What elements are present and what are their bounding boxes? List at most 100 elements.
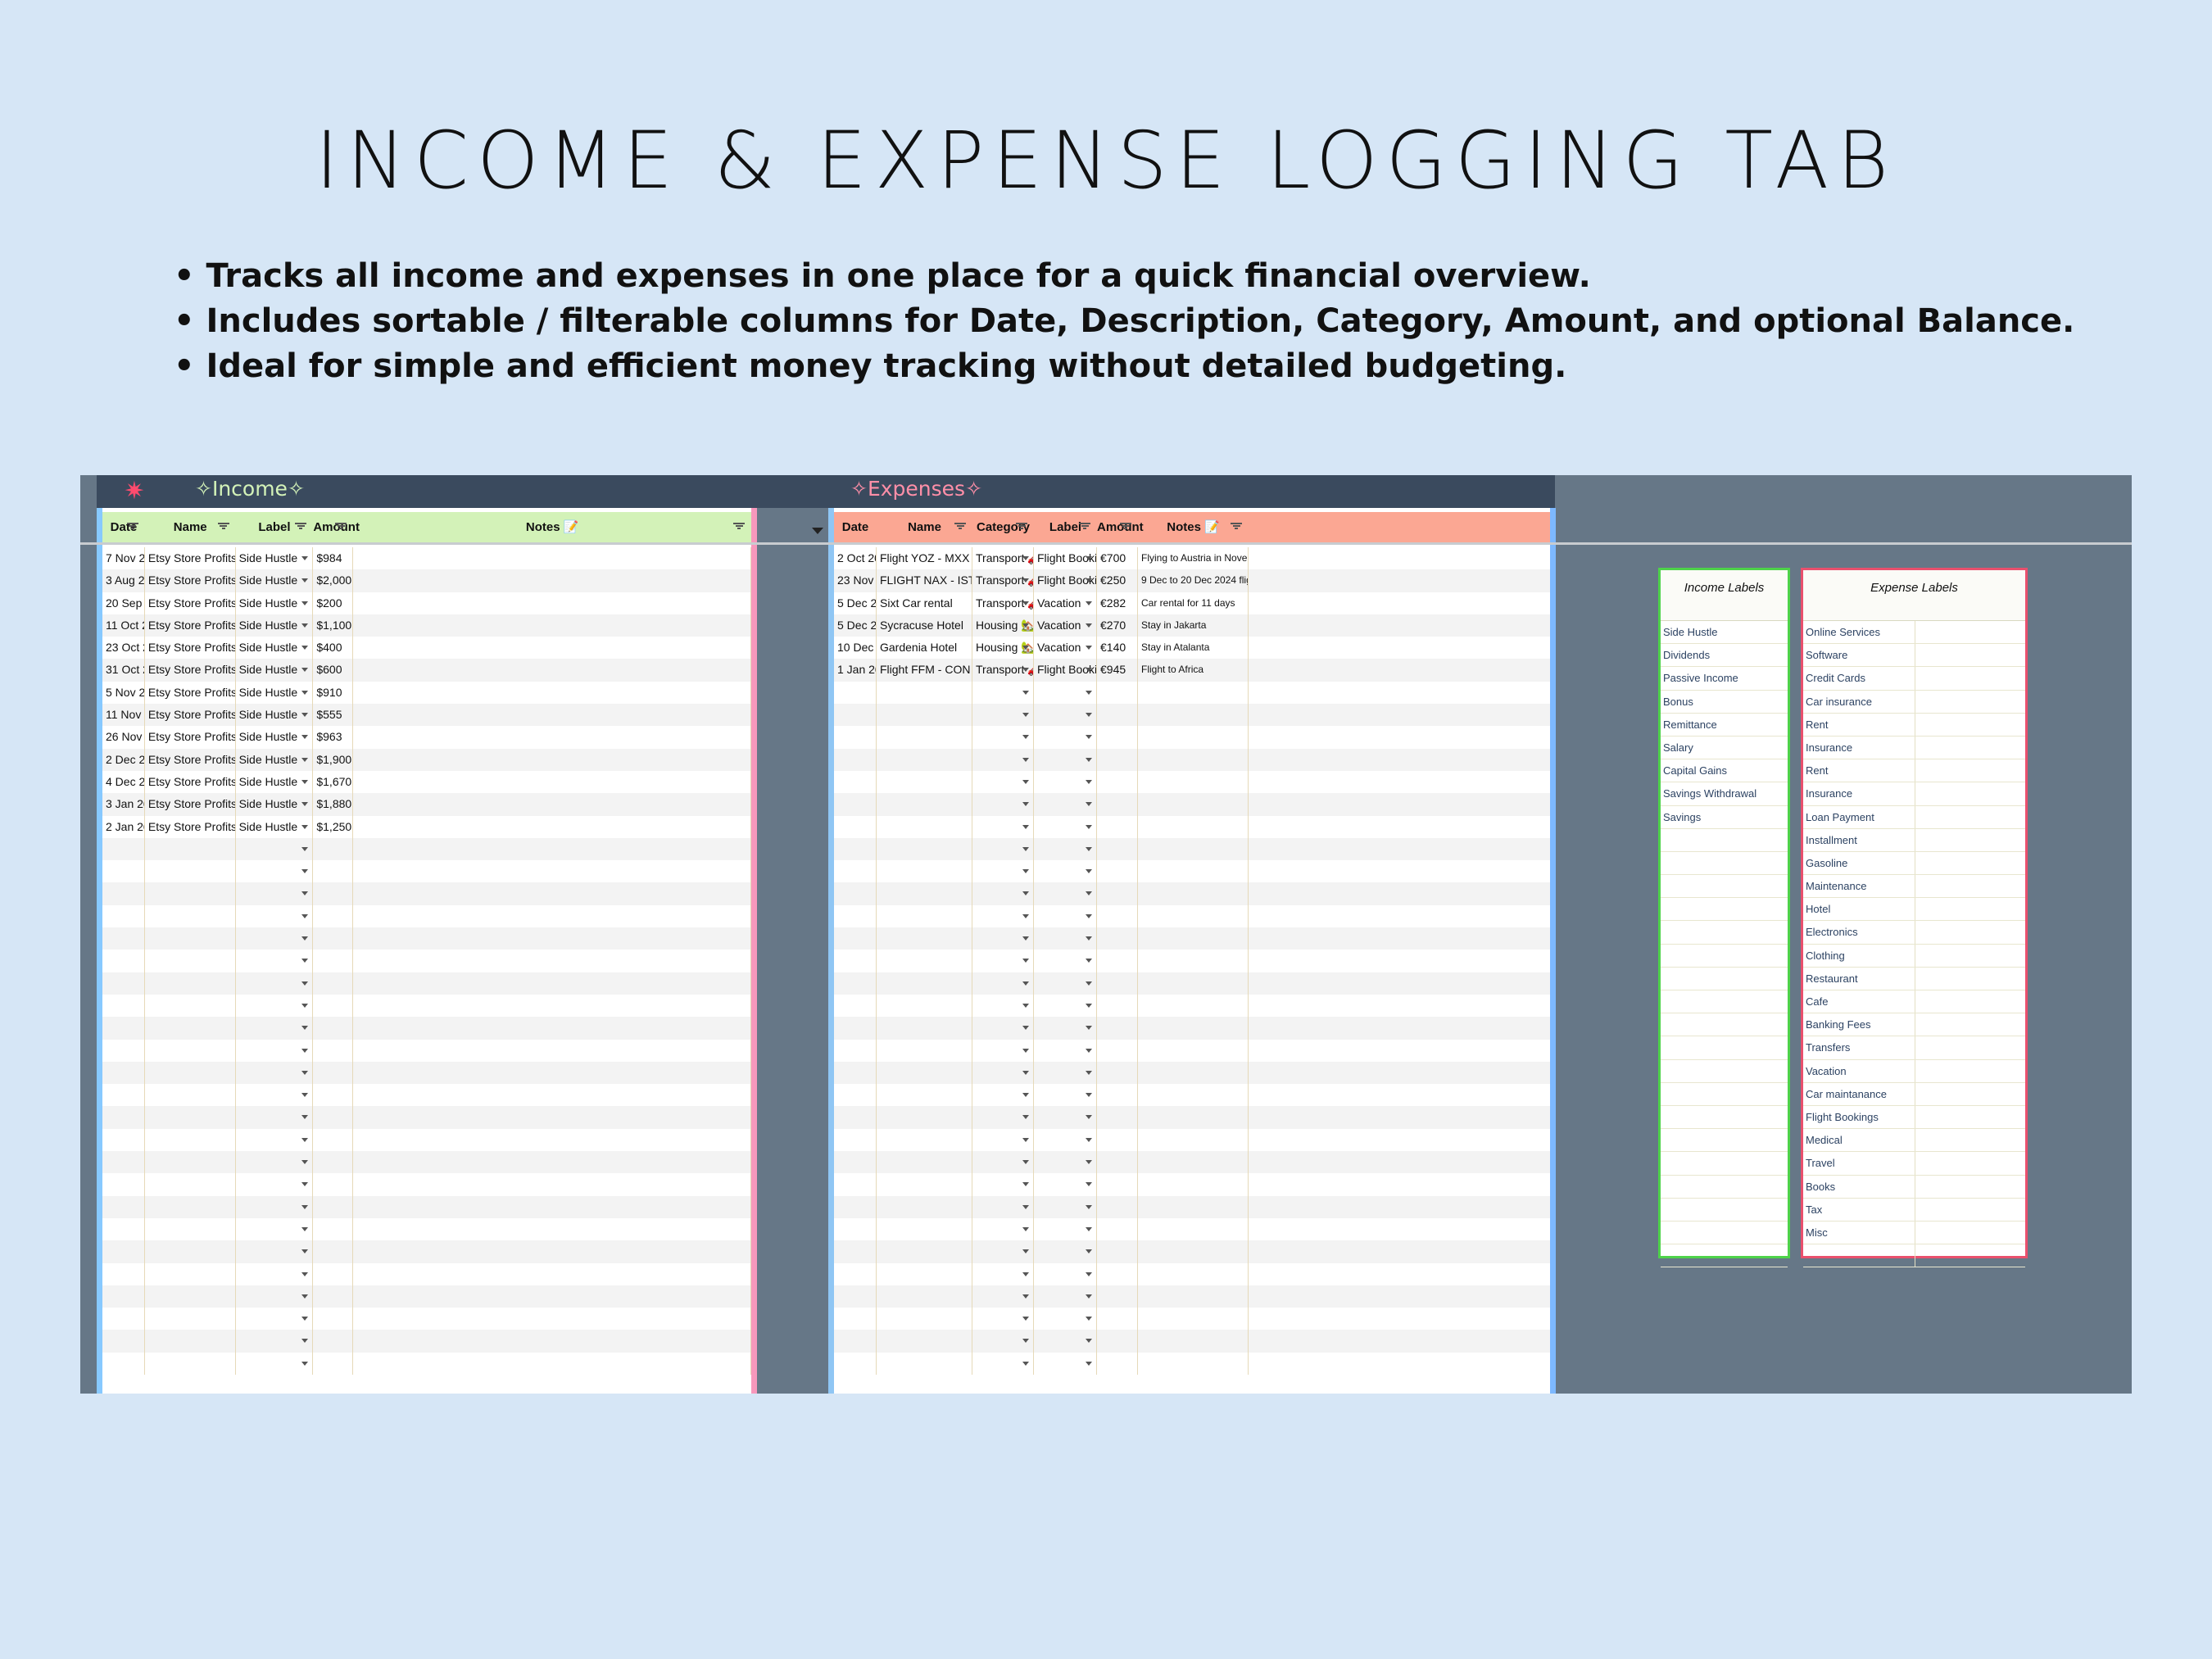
table-cell[interactable] <box>1138 1330 1249 1353</box>
table-cell[interactable]: Side Hustle <box>236 659 314 682</box>
table-cell[interactable] <box>313 1151 354 1174</box>
dropdown-arrow-icon[interactable] <box>1086 1026 1092 1031</box>
column-header-name[interactable]: Name <box>145 512 236 543</box>
table-cell[interactable] <box>353 815 751 838</box>
table-cell[interactable] <box>1034 1240 1097 1263</box>
dropdown-arrow-icon[interactable] <box>1086 1204 1092 1209</box>
table-cell[interactable] <box>145 1039 236 1062</box>
filter-icon[interactable] <box>812 528 823 534</box>
label-item[interactable]: Insurance <box>1803 736 1915 759</box>
table-cell[interactable] <box>972 837 1034 861</box>
table-cell[interactable] <box>834 882 877 905</box>
dropdown-arrow-icon[interactable] <box>301 1070 309 1075</box>
dropdown-arrow-icon[interactable] <box>1086 623 1092 628</box>
table-cell[interactable]: Etsy Store Profits <box>145 748 236 771</box>
label-item[interactable]: Banking Fees <box>1803 1013 1915 1036</box>
table-cell[interactable] <box>313 1061 354 1085</box>
label-item[interactable]: Transfers <box>1803 1036 1915 1059</box>
label-item[interactable] <box>1803 1244 1915 1267</box>
table-cell[interactable] <box>1138 1262 1249 1285</box>
table-cell[interactable] <box>972 793 1034 816</box>
label-item[interactable] <box>1661 1199 1788 1221</box>
label-item[interactable]: Books <box>1803 1175 1915 1198</box>
dropdown-arrow-icon[interactable] <box>1086 869 1092 874</box>
dropdown-arrow-icon[interactable] <box>301 1317 309 1321</box>
table-cell[interactable] <box>353 793 751 816</box>
table-cell[interactable] <box>877 1308 972 1330</box>
dropdown-arrow-icon[interactable] <box>1022 1070 1029 1075</box>
table-cell[interactable] <box>877 950 972 972</box>
dropdown-arrow-icon[interactable] <box>1022 690 1029 695</box>
table-cell[interactable]: 3 Jan 2025 <box>102 793 145 816</box>
table-cell[interactable] <box>877 1017 972 1040</box>
table-cell[interactable]: Etsy Store Profits <box>145 704 236 727</box>
table-cell[interactable] <box>834 950 877 972</box>
table-cell[interactable]: Flight Bookings <box>1034 547 1097 570</box>
dropdown-arrow-icon[interactable] <box>1086 578 1092 583</box>
table-cell[interactable] <box>102 1151 145 1174</box>
table-cell[interactable] <box>102 927 145 950</box>
table-cell[interactable] <box>102 1128 145 1152</box>
dropdown-arrow-icon[interactable] <box>1022 623 1029 628</box>
table-cell[interactable]: 4 Dec 2024 <box>102 770 145 794</box>
table-cell[interactable]: Housing 🏡 <box>972 637 1034 660</box>
table-cell[interactable]: Car rental for 11 days <box>1138 592 1249 614</box>
dropdown-arrow-icon[interactable] <box>1022 981 1029 986</box>
table-cell[interactable] <box>1138 1173 1249 1196</box>
table-cell[interactable] <box>834 1128 877 1152</box>
table-cell[interactable] <box>972 1330 1034 1353</box>
table-cell[interactable] <box>834 1262 877 1285</box>
table-cell[interactable]: Flight FFM - CON <box>877 659 972 682</box>
filter-icon[interactable] <box>733 522 745 530</box>
table-cell[interactable] <box>834 972 877 995</box>
table-cell[interactable] <box>1097 1173 1138 1196</box>
table-cell[interactable]: Etsy Store Profits <box>145 793 236 816</box>
label-value[interactable] <box>1915 1060 1918 1082</box>
label-value[interactable] <box>1915 644 1918 666</box>
table-cell[interactable] <box>972 1106 1034 1129</box>
table-cell[interactable] <box>1097 770 1138 794</box>
table-cell[interactable] <box>834 1017 877 1040</box>
dropdown-arrow-icon[interactable] <box>1022 1182 1029 1187</box>
dropdown-arrow-icon[interactable] <box>301 713 309 718</box>
table-cell[interactable] <box>972 927 1034 950</box>
table-cell[interactable] <box>145 1308 236 1330</box>
table-cell[interactable] <box>972 748 1034 771</box>
table-cell[interactable]: 10 Dec 2024 <box>834 637 877 660</box>
table-cell[interactable] <box>353 681 751 705</box>
table-cell[interactable]: 11 Nov 2024 <box>102 704 145 727</box>
table-cell[interactable]: Etsy Store Profits <box>145 659 236 682</box>
table-cell[interactable] <box>972 882 1034 905</box>
table-cell[interactable] <box>972 1352 1034 1375</box>
table-cell[interactable]: Flight Bookings <box>1034 659 1097 682</box>
table-cell[interactable] <box>353 1017 751 1040</box>
table-cell[interactable] <box>877 860 972 883</box>
table-cell[interactable] <box>236 1285 314 1308</box>
table-cell[interactable] <box>1034 1061 1097 1085</box>
column-header-amount[interactable]: Amount <box>313 512 360 543</box>
table-cell[interactable] <box>1097 793 1138 816</box>
table-cell[interactable] <box>353 882 751 905</box>
table-cell[interactable] <box>102 1039 145 1062</box>
table-cell[interactable] <box>102 1084 145 1107</box>
table-cell[interactable] <box>353 1330 751 1353</box>
label-item[interactable]: Electronics <box>1803 921 1915 944</box>
label-item[interactable]: Tax <box>1803 1198 1915 1221</box>
table-cell[interactable] <box>313 837 354 861</box>
table-cell[interactable] <box>145 1128 236 1152</box>
table-cell[interactable] <box>877 1173 972 1196</box>
table-cell[interactable] <box>1097 1217 1138 1241</box>
dropdown-arrow-icon[interactable] <box>1022 1160 1029 1165</box>
label-value[interactable] <box>1915 829 1918 851</box>
column-header-notes[interactable]: Notes 📝 <box>1138 512 1249 543</box>
dropdown-arrow-icon[interactable] <box>1086 646 1092 650</box>
table-cell[interactable]: Etsy Store Profits <box>145 569 236 592</box>
dropdown-arrow-icon[interactable] <box>301 735 309 740</box>
table-cell[interactable] <box>353 837 751 861</box>
label-item[interactable]: Installment <box>1803 828 1915 851</box>
table-cell[interactable] <box>313 1308 354 1330</box>
dropdown-arrow-icon[interactable] <box>1022 668 1029 673</box>
table-cell[interactable] <box>145 837 236 861</box>
label-item[interactable] <box>1661 1176 1788 1198</box>
dropdown-arrow-icon[interactable] <box>301 936 309 941</box>
